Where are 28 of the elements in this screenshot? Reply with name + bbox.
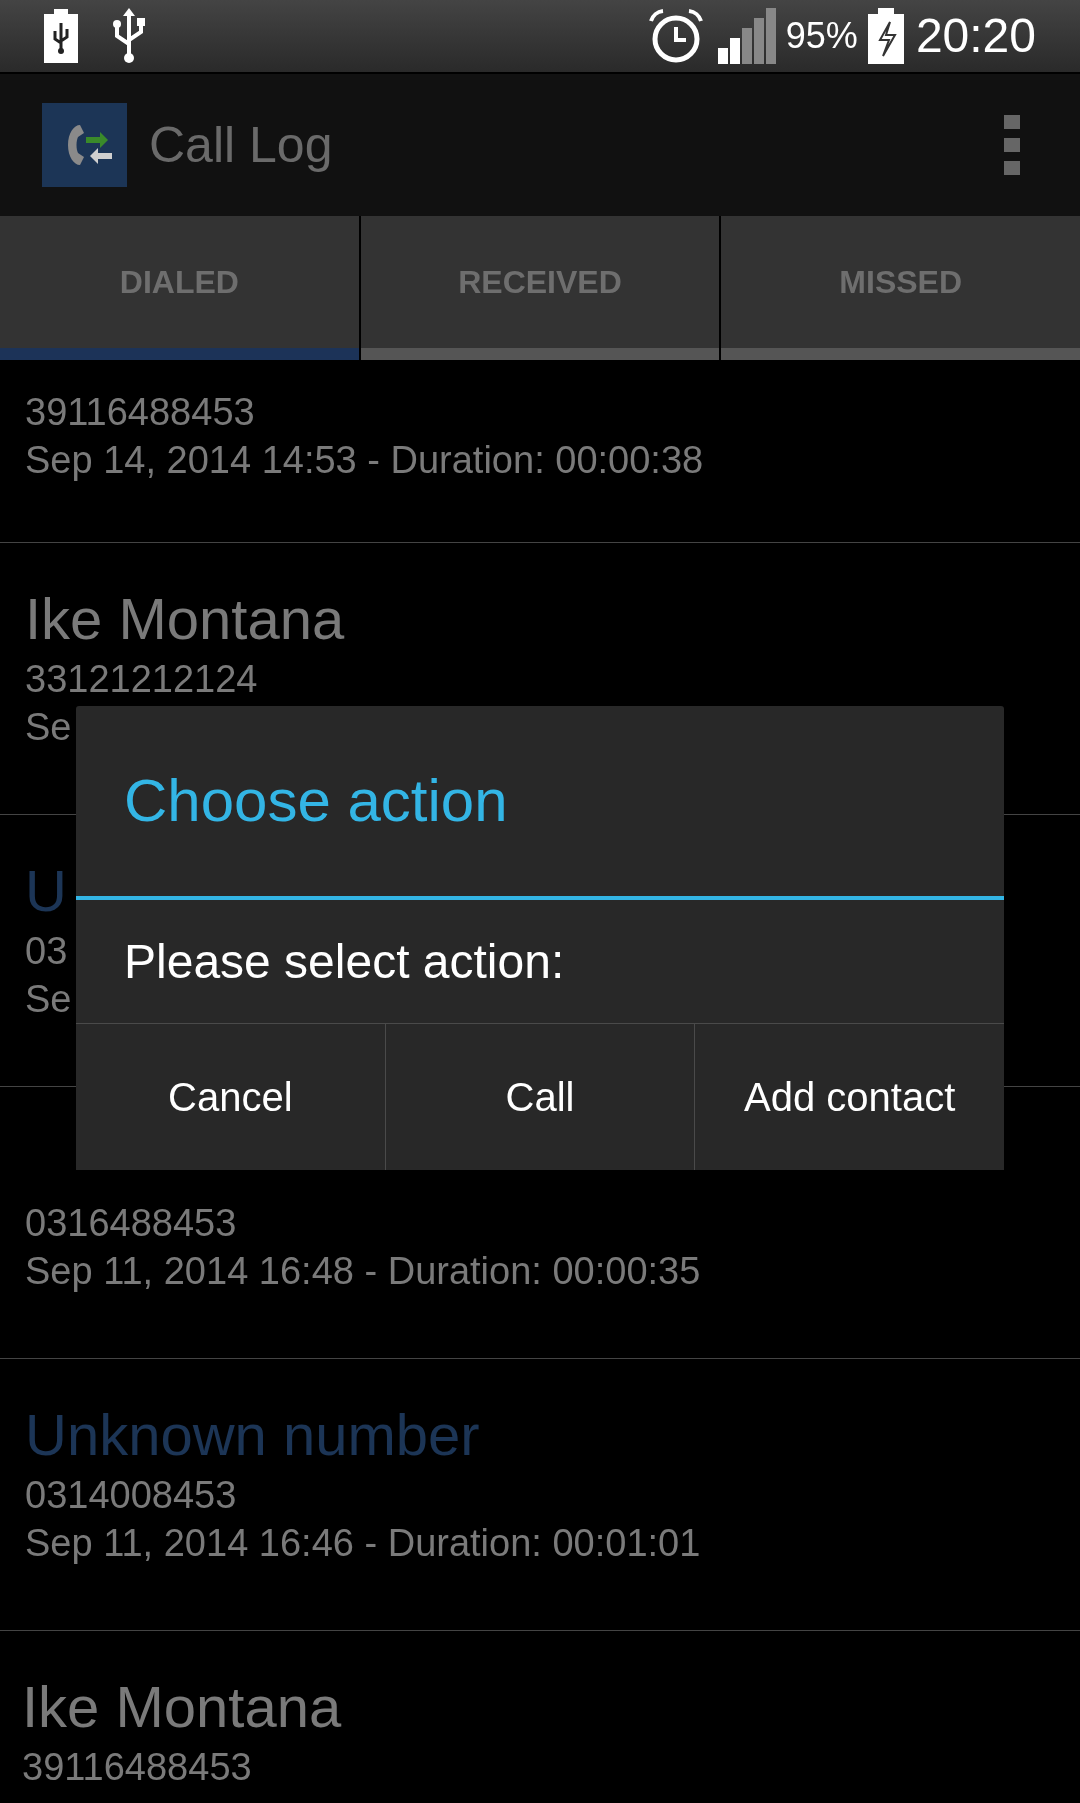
phone-number: 03: [25, 931, 68, 971]
call-details: Sep 11, 2014 16:48 - Duration: 00:00:35: [25, 1251, 701, 1291]
phone-number: 0314008453: [25, 1475, 237, 1515]
app-title: Call Log: [149, 115, 333, 175]
dialog-message: Please select action:: [124, 933, 565, 990]
caller-name: Unknown number: [25, 1401, 480, 1469]
app-logo-icon[interactable]: [42, 103, 127, 187]
call-details: Sep 11, 2014 16:46 - Duration: 00:01:01: [25, 1523, 701, 1563]
phone-number: 39116488453: [25, 392, 255, 432]
call-details: Sep 14, 2014 14:53 - Duration: 00:00:38: [25, 440, 704, 480]
phone-number: 39116488453: [22, 1747, 252, 1787]
call-details: Se: [25, 979, 72, 1019]
alarm-clock-icon: [647, 8, 704, 64]
battery-usb-icon: [44, 9, 78, 63]
overflow-menu-icon[interactable]: [1004, 115, 1020, 175]
dialog-title: Choose action: [124, 766, 508, 836]
phone-number: 0316488453: [25, 1203, 237, 1243]
caller-name: Ike Montana: [22, 1673, 342, 1741]
signal-icon: [717, 8, 776, 64]
battery-percentage: 95%: [785, 14, 858, 58]
caller-name: Ike Montana: [25, 585, 345, 653]
clock-time: 20:20: [915, 8, 1036, 64]
phone-number: 33121212124: [25, 659, 258, 699]
usb-icon: [112, 8, 146, 64]
battery-charging-icon: [867, 8, 904, 64]
dialog-button[interactable]: Add contact: [694, 1024, 1004, 1170]
call-details: Se: [25, 707, 72, 747]
caller-name: U: [25, 857, 67, 925]
